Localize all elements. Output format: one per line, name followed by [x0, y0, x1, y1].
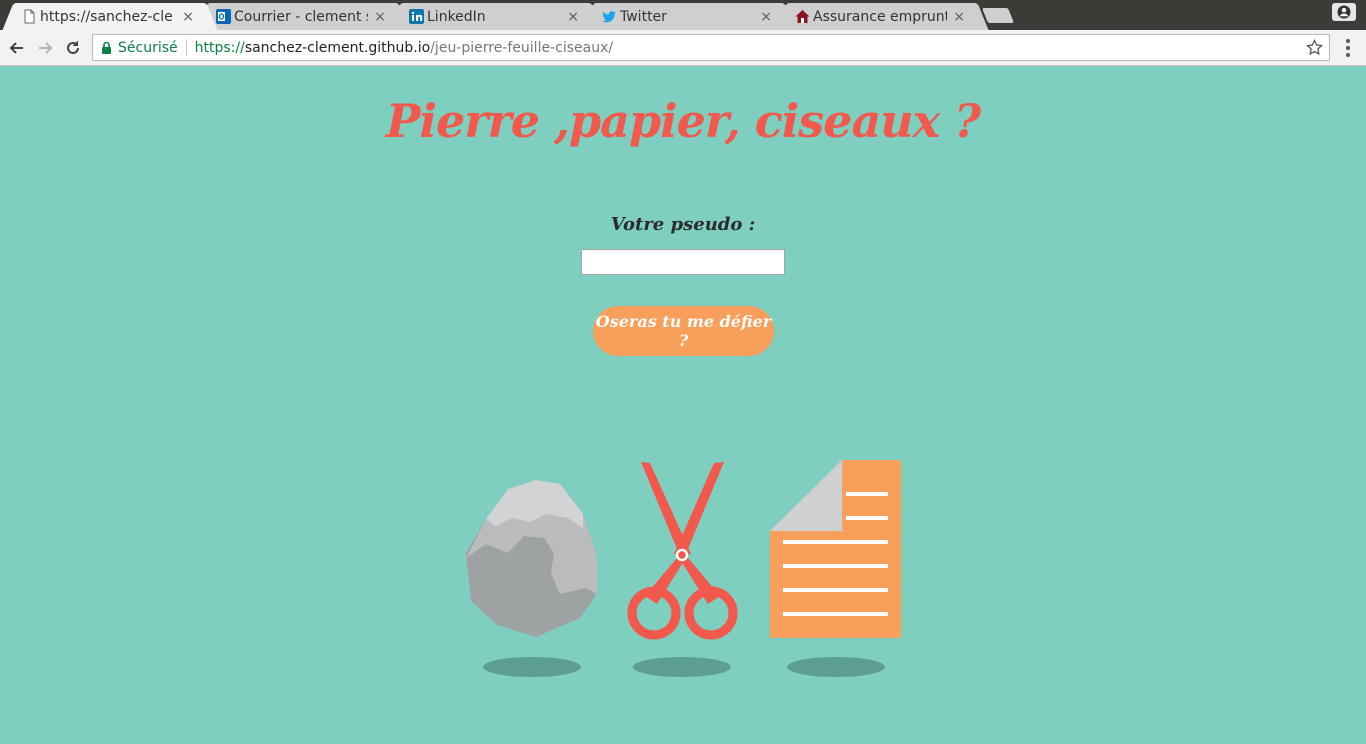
secure-label: Sécurisé — [118, 39, 178, 56]
menu-dot — [1346, 46, 1350, 50]
twitter-icon — [602, 11, 616, 23]
house-icon — [795, 10, 810, 23]
browser-menu-button[interactable] — [1340, 39, 1356, 57]
new-tab-button[interactable] — [981, 8, 1015, 23]
browser-toolbar: Sécurisé https://sanchez-clement.github.… — [0, 30, 1366, 66]
close-tab-icon[interactable]: × — [374, 9, 386, 25]
url-scheme: https:// — [194, 39, 245, 56]
tab-label: Assurance emprunt — [813, 8, 948, 25]
close-tab-icon[interactable]: × — [953, 9, 965, 25]
profile-button[interactable] — [1332, 3, 1356, 21]
scissors-blade-right — [674, 462, 724, 556]
lock-icon — [102, 41, 111, 54]
scissors-image[interactable] — [627, 462, 738, 677]
document-icon — [24, 9, 35, 24]
secure-indicator[interactable]: Sécurisé — [93, 40, 178, 56]
tab-courrier[interactable]: Courrier - clement s × — [208, 3, 398, 30]
page-content: Pierre ,papier, ciseaux ? Votre pseudo :… — [0, 66, 1366, 744]
tab-twitter[interactable]: Twitter × — [594, 3, 784, 30]
reload-button[interactable] — [62, 37, 84, 59]
menu-dot — [1346, 39, 1350, 43]
address-bar[interactable]: Sécurisé https://sanchez-clement.github.… — [92, 34, 1330, 61]
rock-shadow — [483, 657, 581, 677]
scissors-pivot — [675, 548, 689, 562]
paper-fold — [770, 460, 842, 531]
close-tab-icon[interactable]: × — [182, 9, 194, 25]
tab-label: https://sanchez-cle — [40, 8, 173, 25]
url-path: /jeu-pierre-feuille-ciseaux/ — [430, 39, 614, 56]
close-tab-icon[interactable]: × — [760, 9, 772, 25]
separator — [185, 39, 187, 56]
paper-shadow — [787, 657, 885, 677]
tab-label: Courrier - clement s — [234, 8, 369, 25]
menu-dot — [1346, 53, 1350, 57]
close-tab-icon[interactable]: × — [567, 9, 579, 25]
game-illustrations — [466, 460, 901, 677]
rock-image[interactable] — [466, 480, 597, 677]
scissors-shadow — [633, 657, 731, 677]
tab-linkedin[interactable]: LinkedIn × — [401, 3, 591, 30]
arrow-right-icon — [39, 42, 53, 54]
forward-button[interactable] — [34, 37, 56, 59]
url-host: sanchez-clement.github.io — [244, 39, 431, 56]
tab-label: LinkedIn — [427, 8, 486, 25]
paper-image[interactable] — [770, 460, 901, 677]
tab-sanchez-clement[interactable]: https://sanchez-cle × — [14, 3, 206, 30]
tab-label: Twitter — [620, 8, 667, 25]
bookmark-star-icon[interactable] — [1306, 39, 1323, 56]
tab-strip: https://sanchez-cle × Courrier - clement… — [0, 0, 1366, 30]
reload-icon — [67, 41, 79, 54]
arrow-left-icon — [9, 42, 23, 54]
tab-assurance[interactable]: Assurance emprunt × — [787, 3, 977, 30]
linkedin-icon — [409, 9, 424, 24]
user-icon — [1337, 5, 1351, 19]
outlook-icon — [216, 9, 231, 24]
back-button[interactable] — [6, 37, 28, 59]
